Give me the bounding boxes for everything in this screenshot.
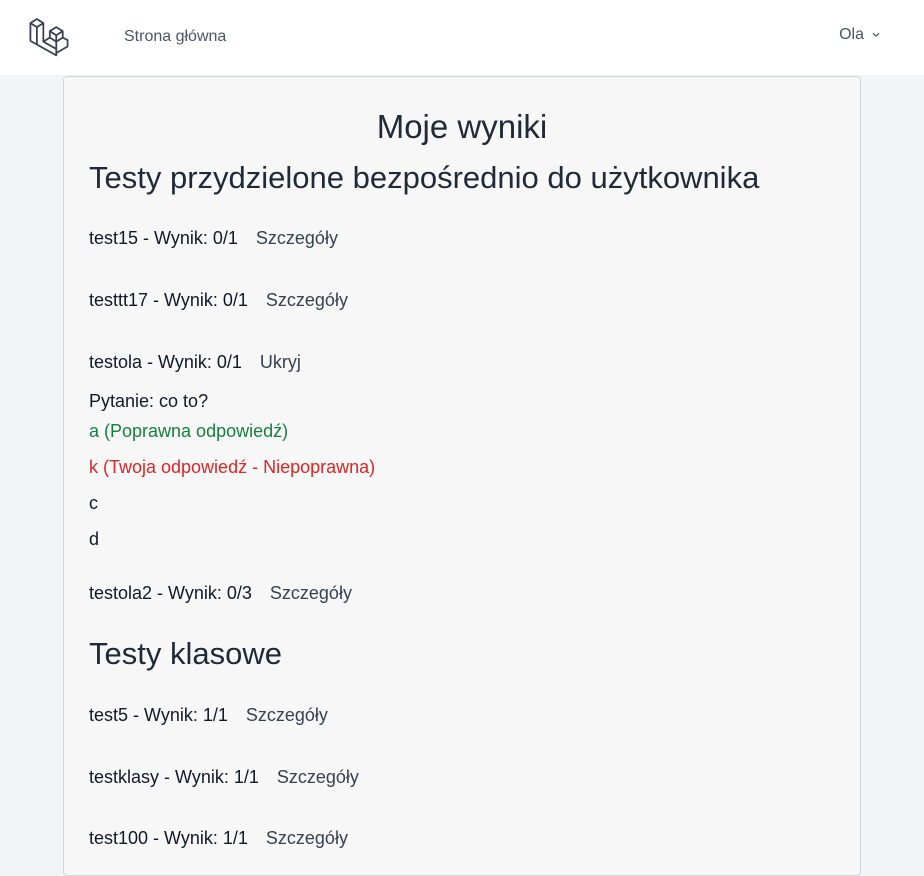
details-link[interactable]: Szczegóły (277, 767, 359, 787)
test-row: testtt17 - Wynik: 0/1 Szczegóły (89, 290, 348, 311)
top-navbar: Strona główna Ola (0, 0, 924, 76)
test-row: test5 - Wynik: 1/1 Szczegóły (89, 705, 328, 726)
nav-home-link[interactable]: Strona główna (124, 28, 226, 46)
test-row: testklasy - Wynik: 1/1 Szczegóły (89, 767, 359, 788)
hide-link[interactable]: Ukryj (260, 352, 301, 372)
section-title-direct: Testy przydzielone bezpośrednio do użytk… (89, 160, 760, 195)
test-result-text: testola2 - Wynik: 0/3 (89, 583, 252, 603)
test-result-text: testklasy - Wynik: 1/1 (89, 767, 259, 787)
test-result-text: test5 - Wynik: 1/1 (89, 705, 228, 725)
answer-option: c (89, 493, 98, 513)
details-link[interactable]: Szczegóły (246, 705, 328, 725)
page-title: Moje wyniki (376, 108, 548, 145)
user-menu-dropdown[interactable]: Ola (839, 26, 882, 44)
section-title-class: Testy klasowe (89, 636, 282, 671)
test-result-text: testtt17 - Wynik: 0/1 (89, 290, 248, 310)
test-row: testola2 - Wynik: 0/3 Szczegóły (89, 583, 352, 604)
test-result-text: testola - Wynik: 0/1 (89, 352, 242, 372)
user-name: Ola (839, 26, 864, 43)
answer-correct: a (Poprawna odpowiedź) (89, 421, 289, 441)
answer-wrong: k (Twoja odpowiedź - Niepoprawna) (89, 457, 376, 477)
laravel-logo-icon[interactable] (28, 15, 70, 57)
details-link[interactable]: Szczegóły (270, 583, 352, 603)
details-link[interactable]: Szczegóły (256, 228, 338, 248)
details-link[interactable]: Szczegóły (266, 290, 348, 310)
chevron-down-icon (872, 32, 880, 38)
details-link[interactable]: Szczegóły (266, 828, 348, 848)
test-result-text: test15 - Wynik: 0/1 (89, 228, 238, 248)
answer-option: d (89, 529, 100, 549)
test-row: testola - Wynik: 0/1 Ukryj (89, 352, 301, 373)
question-text: Pytanie: co to? (89, 391, 209, 411)
test-result-text: test100 - Wynik: 1/1 (89, 828, 248, 848)
test-row: test100 - Wynik: 1/1 Szczegóły (89, 828, 348, 849)
test-row: test15 - Wynik: 0/1 Szczegóły (89, 228, 338, 249)
